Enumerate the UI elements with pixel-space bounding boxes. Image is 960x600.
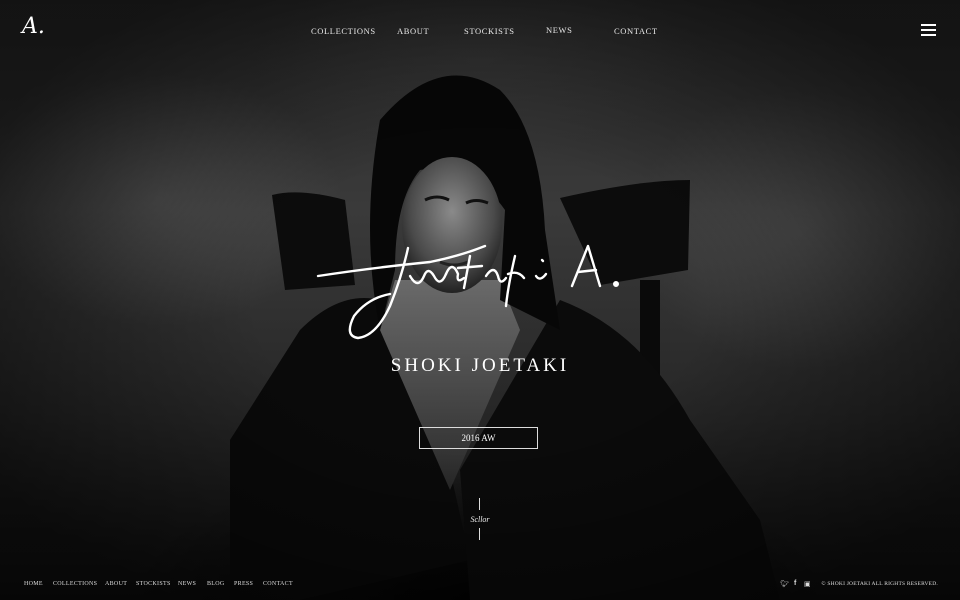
nav-news[interactable]: NEWS [546,25,572,35]
scroll-label: Scllor [470,515,490,524]
brand-name: SHOKI JOETAKI [390,355,570,376]
nav-collections[interactable]: COLLECTIONS [311,26,376,36]
instagram-icon[interactable]: ▣ [804,580,811,588]
footer-nav-stockists[interactable]: STOCKISTS [136,581,171,587]
top-nav: COLLECTIONS ABOUT STOCKISTS NEWS CONTACT [0,25,960,38]
footer-nav-collections[interactable]: COLLECTIONS [53,581,97,587]
hero-page: A. COLLECTIONS ABOUT STOCKISTS NEWS CONT… [0,0,960,600]
copyright-text: © SHOKI JOETAKI ALL RIGHTS RESERVED. [821,581,938,587]
scroll-line-top [479,498,480,510]
facebook-icon[interactable]: f [794,580,796,587]
footer-nav-about[interactable]: ABOUT [105,581,127,587]
footer-nav-press[interactable]: PRESS [234,581,253,587]
scroll-indicator[interactable]: Scllor [455,498,505,542]
nav-stockists[interactable]: STOCKISTS [464,26,515,36]
footer-nav-contact[interactable]: CONTACT [263,581,293,587]
footer-nav-blog[interactable]: BLOG [207,581,225,587]
nav-about[interactable]: ABOUT [397,26,429,36]
twitter-icon[interactable]: 🐦︎ [780,580,789,588]
footer-nav-home[interactable]: HOME [24,581,43,587]
hamburger-icon[interactable] [921,24,936,36]
nav-contact[interactable]: CONTACT [614,26,658,36]
signature-logo [316,244,620,340]
season-button[interactable]: 2016 AW [419,427,538,449]
scroll-line-bottom [479,528,480,540]
footer-nav-news[interactable]: NEWS [178,581,196,587]
